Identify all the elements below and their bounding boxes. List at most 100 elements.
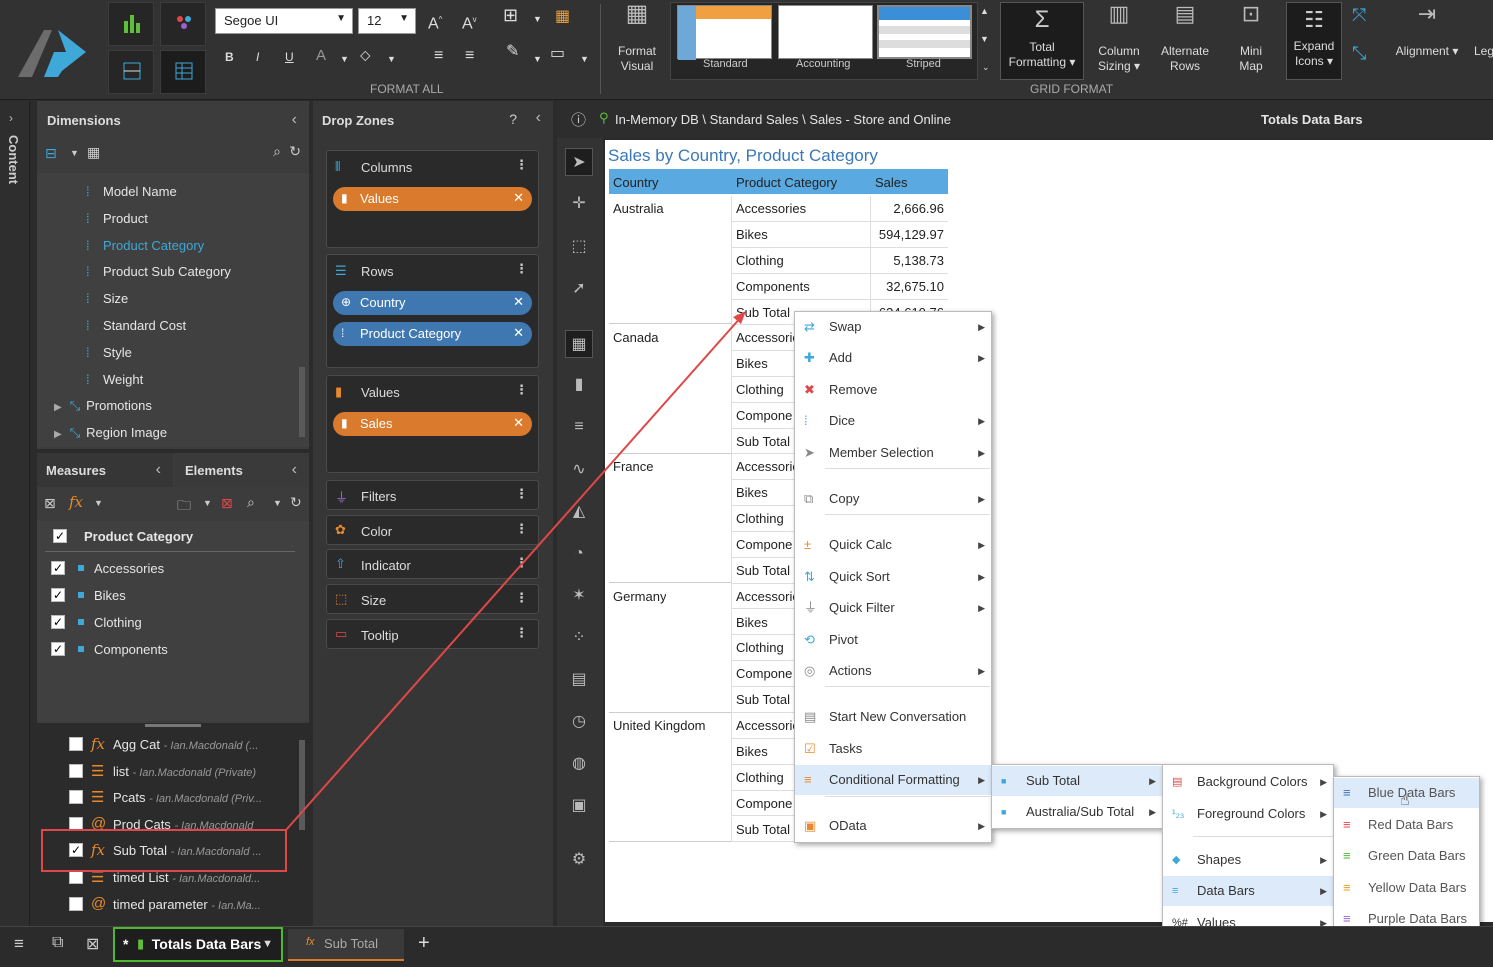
add-tab-button[interactable]: + (418, 932, 430, 955)
formula-icon: fx (306, 936, 315, 948)
context-menu-item[interactable]: ▣ OData ▶ (795, 811, 991, 841)
menu-item-label: Start New Conversation (829, 709, 967, 724)
submenu-label: Sub Total (1026, 773, 1080, 788)
context-menu-item[interactable]: ☑ Tasks (795, 734, 991, 764)
context-menu-item[interactable]: ✖ Remove (795, 375, 991, 405)
context-menu-item[interactable]: ✚ Add ▶ (795, 343, 991, 373)
shapes-icon: ◆ (1172, 854, 1181, 866)
context-menu-item[interactable]: ➤ Member Selection ▶ (795, 438, 991, 468)
menu-item-label: Swap (829, 319, 862, 334)
context-menu-item[interactable]: ⇅ Quick Sort ▶ (795, 562, 991, 592)
submenu-item[interactable]: ■ Australia/Sub Total ▶ (992, 797, 1162, 827)
dice-icon: ⁞ (804, 413, 808, 428)
submenu-label: Australia/Sub Total (1026, 804, 1135, 819)
remove-icon: ✖ (804, 382, 815, 397)
submenu-item[interactable]: ≡ Data Bars ▶ (1163, 876, 1333, 906)
data-bar-icon: ≡ (1343, 911, 1351, 926)
foreground-colors-icon: ¹₂₃ (1172, 808, 1185, 820)
data-bar-icon: ≡ (1343, 848, 1351, 863)
chevron-right-icon: ▶ (978, 666, 985, 676)
menu-item-label: Add (829, 350, 853, 365)
menu-item-label: Tasks (829, 741, 863, 756)
chevron-right-icon: ▶ (1320, 855, 1327, 865)
quick-calc-icon: ± (804, 537, 812, 552)
submenu-label: Blue Data Bars (1368, 785, 1456, 800)
quick-sort-icon: ⇅ (804, 569, 815, 584)
menu-item-label: Remove (829, 382, 878, 397)
submenu-label: Green Data Bars (1368, 848, 1466, 863)
context-menu-item[interactable]: ⧉ Copy ▶ (795, 484, 991, 514)
copy-icon: ⧉ (804, 491, 814, 506)
menu-item-label: Dice (829, 413, 856, 428)
actions-icon: ◎ (804, 663, 816, 678)
data-bar-icon: ≡ (1343, 879, 1351, 895)
background-colors-icon: ▤ (1172, 776, 1183, 788)
submenu-item[interactable]: ≡ Red Data Bars (1334, 810, 1479, 840)
submenu-label: Data Bars (1197, 883, 1255, 898)
context-menu-item[interactable]: ◎ Actions ▶ (795, 656, 991, 686)
browse-icon[interactable]: ⧉ (52, 934, 63, 952)
chevron-right-icon: ▶ (978, 821, 985, 831)
submenu-label: Red Data Bars (1368, 816, 1454, 832)
menu-icon[interactable]: ≡ (14, 934, 24, 954)
sub-total-tab[interactable]: fx Sub Total (288, 929, 404, 961)
data-bars-icon: ≡ (1172, 885, 1179, 897)
member-selection-icon: ➤ (804, 445, 815, 460)
submenu-item[interactable]: ¹₂₃ Foreground Colors ▶ (1163, 799, 1333, 829)
menu-item-label: Member Selection (829, 445, 934, 460)
pivot-icon: ⟲ (804, 632, 815, 647)
member-icon: ■ (1001, 776, 1007, 786)
menu-separator (825, 468, 990, 469)
chevron-right-icon: ▶ (1149, 776, 1156, 786)
menu-item-label: Quick Sort (829, 569, 890, 584)
menu-item-label: Conditional Formatting (829, 772, 960, 787)
values-icon: %# (1172, 917, 1188, 929)
context-menu-item[interactable]: ⟲ Pivot (795, 625, 991, 655)
chevron-right-icon: ▶ (1149, 807, 1156, 817)
tab2-label: Sub Total (324, 936, 378, 951)
hand-cursor-icon: ☝ (1400, 792, 1410, 809)
quick-filter-icon: ⏚ (804, 600, 818, 615)
menu-item-label: OData (829, 818, 867, 833)
menu-separator (825, 796, 990, 797)
context-menu-item[interactable]: ⇄ Swap ▶ (795, 312, 991, 342)
chevron-right-icon: ▶ (1320, 886, 1327, 896)
context-menu-item[interactable]: ▤ Start New Conversation (795, 702, 991, 732)
context-menu-item[interactable]: ⁞ Dice ▶ (795, 406, 991, 436)
submenu-label: Shapes (1197, 852, 1242, 867)
submenu-item[interactable]: ≡ Yellow Data Bars (1334, 873, 1479, 903)
submenu-item[interactable]: ◆ Shapes ▶ (1163, 845, 1333, 875)
chevron-right-icon: ▶ (1320, 809, 1327, 819)
submenu-label: Yellow Data Bars (1368, 879, 1467, 895)
submenu-label: Background Colors (1197, 774, 1308, 789)
context-menu-item[interactable]: ⏚ Quick Filter ▶ (795, 593, 991, 623)
active-tab-label: * Totals Data Bars (123, 936, 262, 952)
chevron-right-icon: ▶ (978, 416, 985, 426)
submenu-item[interactable]: ≡ Green Data Bars (1334, 841, 1479, 871)
submenu-label: Foreground Colors (1197, 806, 1306, 821)
member-icon: ■ (1001, 807, 1007, 817)
chevron-down-icon[interactable]: ▼ (262, 938, 273, 950)
submenu-item[interactable]: ▤ Background Colors ▶ (1163, 767, 1333, 797)
menu-separator (825, 686, 990, 687)
active-report-tab[interactable]: ▮ * Totals Data Bars ▼ (113, 927, 283, 962)
export-icon[interactable]: ⊠ (86, 934, 99, 954)
context-menu-item[interactable]: ± Quick Calc ▶ (795, 530, 991, 560)
chevron-right-icon: ▶ (978, 353, 985, 363)
menu-item-label: Copy (829, 491, 860, 506)
chevron-right-icon: ▶ (978, 448, 985, 458)
add-icon: ✚ (804, 350, 815, 365)
menu-item-label: Pivot (829, 632, 858, 647)
submenu-label: Purple Data Bars (1368, 911, 1467, 926)
chevron-right-icon: ▶ (978, 540, 985, 550)
odata-icon: ▣ (804, 818, 817, 833)
conversation-icon: ▤ (804, 709, 817, 724)
submenu-item[interactable]: ■ Sub Total ▶ (992, 766, 1162, 796)
menu-separator (1193, 836, 1333, 837)
context-menu-item[interactable]: ≡ Conditional Formatting ▶ (795, 765, 991, 795)
menu-item-label: Quick Filter (829, 600, 895, 615)
swap-icon: ⇄ (804, 319, 815, 334)
data-bar-icon: ≡ (1343, 816, 1351, 832)
chevron-right-icon: ▶ (978, 775, 985, 785)
chevron-right-icon: ▶ (978, 322, 985, 332)
